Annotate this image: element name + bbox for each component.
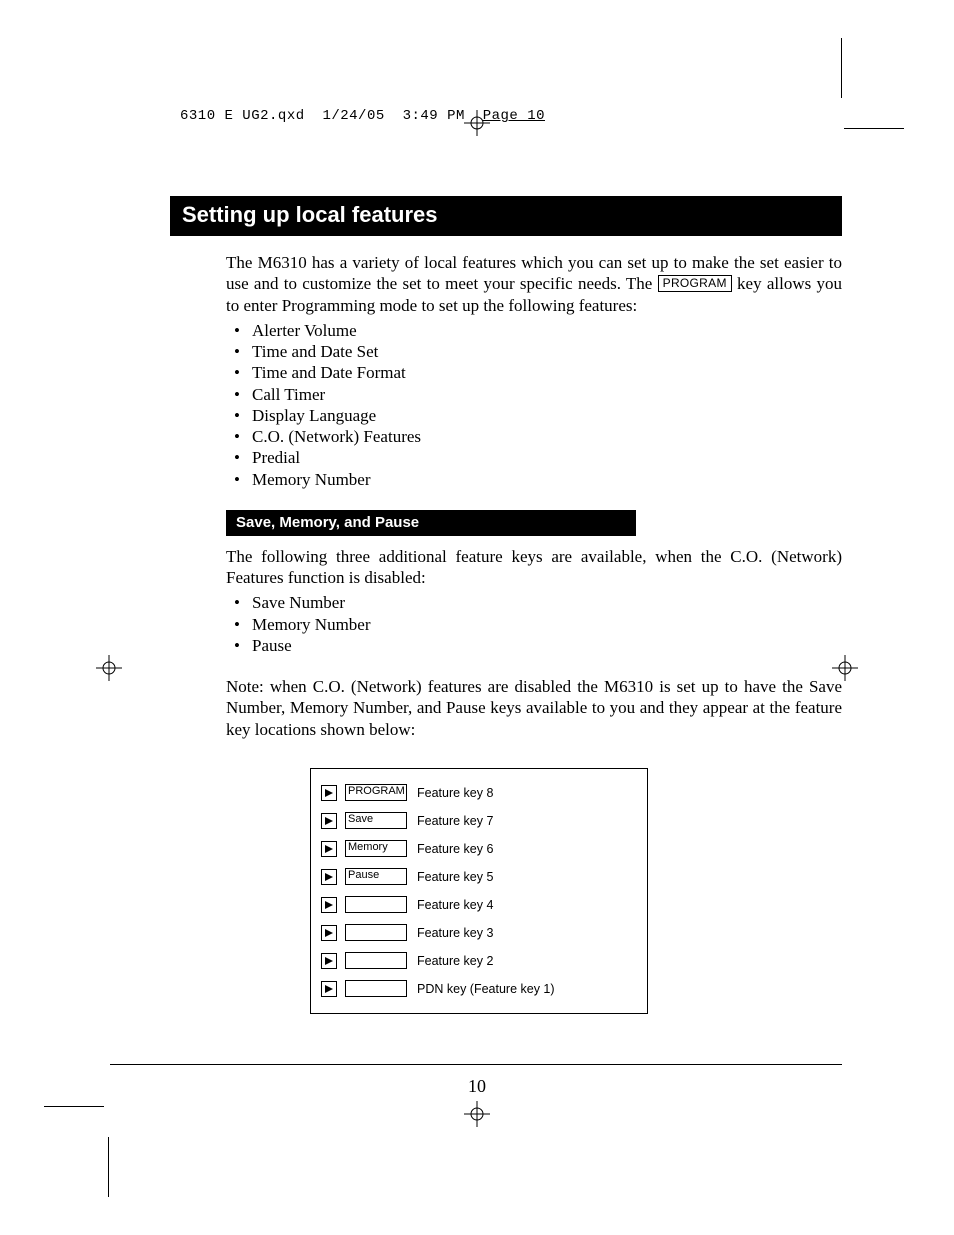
list-item: C.O. (Network) Features bbox=[234, 426, 842, 447]
diagram-key-label: Feature key 6 bbox=[417, 842, 493, 856]
cropmark bbox=[44, 1106, 104, 1107]
cropmark bbox=[841, 38, 842, 98]
list-item: Time and Date Format bbox=[234, 362, 842, 383]
diagram-key-button bbox=[345, 896, 407, 913]
diagram-key-button bbox=[345, 952, 407, 969]
list-item: Time and Date Set bbox=[234, 341, 842, 362]
diagram-key-button: Memory bbox=[345, 840, 407, 857]
triangle-icon bbox=[321, 869, 337, 885]
page-rule bbox=[110, 1064, 842, 1065]
diagram-key-button: PROGRAM bbox=[345, 784, 407, 801]
list-item: Memory Number bbox=[234, 614, 842, 635]
cropmark bbox=[108, 1137, 109, 1197]
diagram-row: Feature key 2 bbox=[321, 947, 637, 975]
slug-date: 1/24/05 bbox=[322, 108, 384, 124]
list-item: Predial bbox=[234, 447, 842, 468]
slug-page: Page 10 bbox=[483, 108, 545, 124]
diagram-key-button bbox=[345, 980, 407, 997]
diagram-row: Save Feature key 7 bbox=[321, 807, 637, 835]
register-mark-icon bbox=[464, 1101, 490, 1127]
slug-file: 6310 E UG2.qxd bbox=[180, 108, 305, 124]
intro-paragraph: The M6310 has a variety of local feature… bbox=[226, 252, 842, 316]
list-item: Alerter Volume bbox=[234, 320, 842, 341]
diagram-key-label: Feature key 3 bbox=[417, 926, 493, 940]
diagram-row: Pause Feature key 5 bbox=[321, 863, 637, 891]
program-key-cap: PROGRAM bbox=[658, 275, 732, 292]
triangle-icon bbox=[321, 813, 337, 829]
register-mark-icon bbox=[96, 655, 122, 681]
feature-key-diagram: PROGRAM Feature key 8 Save Feature key 7 Mem… bbox=[310, 768, 648, 1014]
section-title: Setting up local features bbox=[170, 196, 842, 236]
sub-paragraph: The following three additional feature k… bbox=[226, 546, 842, 589]
slug-time: 3:49 PM bbox=[403, 108, 465, 124]
feature-list: Alerter VolumeTime and Date SetTime and … bbox=[234, 320, 842, 490]
cropmark bbox=[844, 128, 904, 129]
triangle-icon bbox=[321, 841, 337, 857]
page: 6310 E UG2.qxd 1/24/05 3:49 PM Page 10 S… bbox=[0, 0, 954, 1235]
diagram-row: PROGRAM Feature key 8 bbox=[321, 779, 637, 807]
triangle-icon bbox=[321, 897, 337, 913]
diagram-key-button: Pause bbox=[345, 868, 407, 885]
list-item: Display Language bbox=[234, 405, 842, 426]
diagram-key-label: Feature key 2 bbox=[417, 954, 493, 968]
diagram-row: Feature key 4 bbox=[321, 891, 637, 919]
sub-feature-list: Save NumberMemory NumberPause bbox=[234, 592, 842, 656]
page-number: 10 bbox=[0, 1076, 954, 1097]
list-item: Pause bbox=[234, 635, 842, 656]
content-block: Setting up local features The M6310 has … bbox=[170, 196, 842, 1014]
diagram-key-button bbox=[345, 924, 407, 941]
diagram-row: Memory Feature key 6 bbox=[321, 835, 637, 863]
note-paragraph: Note: when C.O. (Network) features are d… bbox=[226, 676, 842, 740]
triangle-icon bbox=[321, 953, 337, 969]
diagram-row: PDN key (Feature key 1) bbox=[321, 975, 637, 1003]
triangle-icon bbox=[321, 925, 337, 941]
diagram-key-label: Feature key 4 bbox=[417, 898, 493, 912]
triangle-icon bbox=[321, 785, 337, 801]
diagram-key-label: PDN key (Feature key 1) bbox=[417, 982, 555, 996]
diagram-row: Feature key 3 bbox=[321, 919, 637, 947]
list-item: Memory Number bbox=[234, 469, 842, 490]
triangle-icon bbox=[321, 981, 337, 997]
diagram-key-label: Feature key 8 bbox=[417, 786, 493, 800]
slug-line: 6310 E UG2.qxd 1/24/05 3:49 PM Page 10 bbox=[180, 108, 545, 124]
list-item: Save Number bbox=[234, 592, 842, 613]
diagram-key-label: Feature key 5 bbox=[417, 870, 493, 884]
diagram-key-label: Feature key 7 bbox=[417, 814, 493, 828]
list-item: Call Timer bbox=[234, 384, 842, 405]
subheading: Save, Memory, and Pause bbox=[226, 510, 636, 536]
diagram-key-button: Save bbox=[345, 812, 407, 829]
